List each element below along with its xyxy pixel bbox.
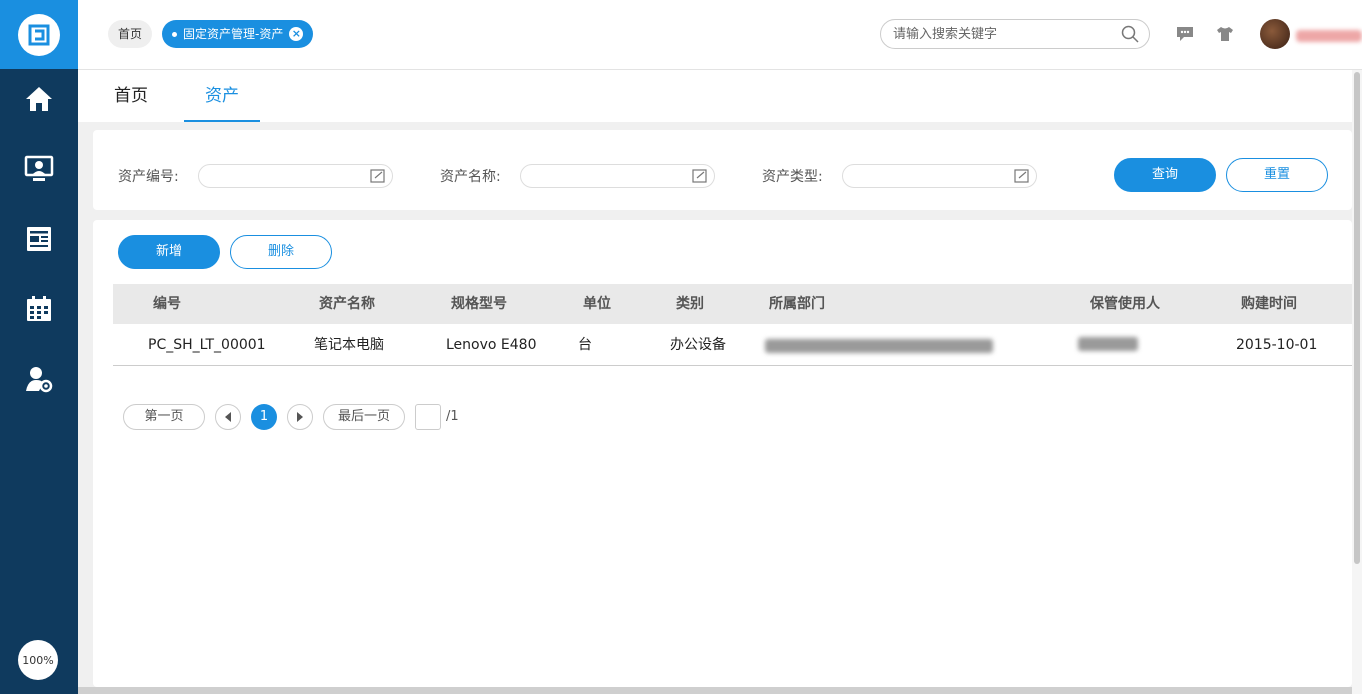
pager-page-input[interactable] [415, 404, 441, 430]
pager-total: /1 [446, 409, 459, 424]
vertical-scrollbar[interactable] [1352, 70, 1362, 694]
document-list-icon[interactable] [22, 222, 56, 256]
pager-last-button[interactable]: 最后一页 [323, 404, 405, 430]
delete-button[interactable]: 删除 [230, 235, 332, 269]
scrollbar-thumb[interactable] [1354, 72, 1360, 564]
cell-purchase-date: 2015-10-01 [1236, 337, 1318, 353]
asset-name-label: 资产名称: [440, 169, 501, 185]
search-box [880, 19, 1150, 49]
column-header[interactable]: 保管使用人 [1090, 284, 1160, 324]
column-header[interactable]: 规格型号 [451, 284, 507, 324]
chevron-right-icon[interactable] [287, 404, 313, 430]
edit-icon [370, 168, 386, 188]
username-redacted[interactable] [1296, 30, 1362, 42]
table-panel: 新增 删除 编号 资产名称 规格型号 单位 类别 所属部门 保管使用人 购建时间… [93, 220, 1352, 687]
asset-name-input[interactable] [520, 164, 715, 188]
cell-department-redacted [765, 339, 993, 353]
logo-icon [18, 13, 60, 56]
cell-model: Lenovo E480 [446, 337, 537, 353]
reset-button[interactable]: 重置 [1226, 158, 1328, 192]
asset-type-label: 资产类型: [762, 169, 823, 185]
close-icon[interactable]: × [289, 27, 304, 41]
column-header[interactable]: 购建时间 [1241, 284, 1297, 324]
top-bar: 首页 固定资产管理-资产 × [78, 0, 1362, 70]
tag-home[interactable]: 首页 [108, 20, 153, 48]
column-header[interactable]: 单位 [583, 284, 611, 324]
asset-no-input[interactable] [198, 164, 393, 188]
tag-label: 固定资产管理-资产 [183, 27, 284, 41]
cell-category: 办公设备 [670, 337, 726, 353]
tab-asset[interactable]: 资产 [184, 70, 260, 122]
horizontal-scrollbar[interactable] [78, 687, 1352, 694]
asset-no-label: 资产编号: [118, 169, 179, 185]
column-header[interactable]: 资产名称 [319, 284, 375, 324]
avatar[interactable] [1260, 19, 1290, 49]
cell-custodian-redacted [1078, 337, 1138, 351]
query-button[interactable]: 查询 [1114, 158, 1216, 192]
app-logo[interactable] [0, 0, 78, 69]
search-icon[interactable] [1121, 25, 1139, 47]
tag-dot-icon [172, 31, 177, 37]
column-header[interactable]: 类别 [676, 284, 704, 324]
table-row[interactable]: PC_SH_LT_00001 笔记本电脑 Lenovo E480 台 办公设备 … [113, 324, 1352, 366]
chevron-left-icon[interactable] [215, 404, 241, 430]
zoom-level-badge[interactable]: 100% [18, 640, 58, 680]
search-input[interactable] [893, 20, 1123, 48]
edit-icon [692, 168, 708, 188]
column-header[interactable]: 所属部门 [769, 284, 825, 324]
tab-home[interactable]: 首页 [92, 70, 170, 122]
calendar-icon[interactable] [22, 292, 56, 326]
pager-first-button[interactable]: 第一页 [123, 404, 205, 430]
column-header[interactable]: 编号 [153, 284, 181, 324]
cell-asset-name: 笔记本电脑 [314, 337, 384, 353]
sidebar: 100% [0, 0, 78, 694]
tag-fixed-asset[interactable]: 固定资产管理-资产 × [162, 20, 314, 48]
edit-icon [1014, 168, 1030, 188]
message-icon[interactable] [1175, 24, 1195, 44]
user-settings-icon[interactable] [22, 362, 56, 396]
home-icon[interactable] [22, 82, 56, 116]
shirt-theme-icon[interactable] [1215, 24, 1235, 44]
table-header: 编号 资产名称 规格型号 单位 类别 所属部门 保管使用人 购建时间 [113, 284, 1352, 324]
asset-type-input[interactable] [842, 164, 1037, 188]
pager-current-page[interactable]: 1 [251, 404, 277, 430]
cell-unit: 台 [578, 337, 592, 353]
page-tabs: 首页 资产 [78, 70, 1352, 122]
monitor-user-icon[interactable] [22, 152, 56, 186]
filter-panel: 资产编号: 资产名称: 资产类型: 查询 重置 [93, 130, 1352, 210]
add-button[interactable]: 新增 [118, 235, 220, 269]
cell-asset-no: PC_SH_LT_00001 [148, 337, 266, 353]
